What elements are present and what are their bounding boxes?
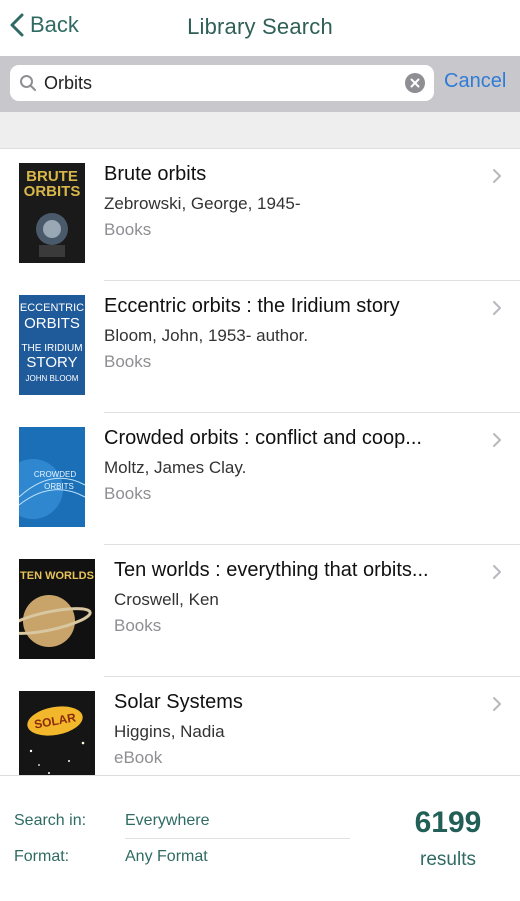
result-count-label: results (420, 849, 476, 870)
result-title: Eccentric orbits : the Iridium story (104, 295, 400, 317)
cover-line-3: THE IRIDIUM (21, 343, 82, 354)
cover-line-5: JOHN BLOOM (26, 374, 79, 383)
cover-line-2: ORBITS (44, 482, 74, 491)
page-title: Library Search (187, 14, 333, 39)
search-field[interactable] (10, 65, 434, 101)
result-format: Books (104, 484, 152, 503)
cover-line-4: STORY (26, 354, 77, 371)
book-cover: TEN WORLDS (19, 559, 95, 659)
chevron-right-icon (492, 696, 502, 717)
book-cover: SOLAR (19, 691, 95, 775)
search-in-value[interactable]: Everywhere (125, 812, 209, 830)
result-count: 6199 (414, 806, 482, 839)
book-cover: ECCENTRIC ORBITS THE IRIDIUM STORY JOHN … (19, 295, 85, 395)
search-bar: Cancel (0, 56, 520, 112)
result-title: Crowded orbits : conflict and coop... (104, 427, 422, 449)
chevron-right-icon (492, 168, 502, 189)
footer-divider (125, 838, 350, 839)
book-cover: CROWDED ORBITS (19, 427, 85, 527)
clear-search-icon[interactable] (405, 73, 425, 93)
result-row[interactable]: CROWDED ORBITS Crowded orbits : conflict… (0, 413, 520, 545)
results-list[interactable]: BRUTE ORBITS Brute orbits Zebrowski, Geo… (0, 149, 520, 775)
cover-line-1: TEN WORLDS (20, 570, 94, 582)
result-row[interactable]: TEN WORLDS Ten worlds : everything that … (0, 545, 520, 677)
result-title: Ten worlds : everything that orbits... (114, 559, 429, 581)
section-spacer (0, 112, 520, 149)
search-in-label: Search in: (14, 812, 87, 829)
result-format: Books (104, 220, 152, 239)
cancel-button[interactable]: Cancel (444, 70, 506, 93)
result-author: Bloom, John, 1953- author. (104, 326, 309, 345)
format-label: Format: (14, 848, 70, 865)
navigation-bar: Back Library Search (0, 0, 520, 56)
search-input[interactable] (44, 70, 394, 96)
result-author: Zebrowski, George, 1945- (104, 194, 301, 213)
result-row[interactable]: SOLAR Solar Systems Higgins, Nadia eBook (0, 677, 520, 775)
result-format: Books (114, 616, 162, 635)
result-format: Books (104, 352, 152, 371)
result-row[interactable]: BRUTE ORBITS Brute orbits Zebrowski, Geo… (0, 149, 520, 281)
search-icon (19, 74, 37, 97)
book-cover: BRUTE ORBITS (19, 163, 85, 263)
result-author: Moltz, James Clay. (104, 458, 247, 477)
chevron-right-icon (492, 300, 502, 321)
result-row[interactable]: ECCENTRIC ORBITS THE IRIDIUM STORY JOHN … (0, 281, 520, 413)
chevron-right-icon (492, 564, 502, 585)
result-author: Higgins, Nadia (114, 722, 225, 741)
search-footer: Search in: Everywhere Format: Any Format… (0, 775, 520, 901)
result-author: Croswell, Ken (114, 590, 219, 609)
result-format: eBook (114, 748, 163, 767)
cover-line-2: ORBITS (24, 315, 80, 332)
cover-line-2: ORBITS (24, 183, 81, 200)
result-title: Solar Systems (114, 691, 243, 713)
cover-line-1: ECCENTRIC (20, 302, 84, 314)
chevron-right-icon (492, 432, 502, 453)
result-title: Brute orbits (104, 163, 207, 185)
cover-line-1: CROWDED (34, 470, 76, 479)
format-value[interactable]: Any Format (125, 848, 208, 866)
